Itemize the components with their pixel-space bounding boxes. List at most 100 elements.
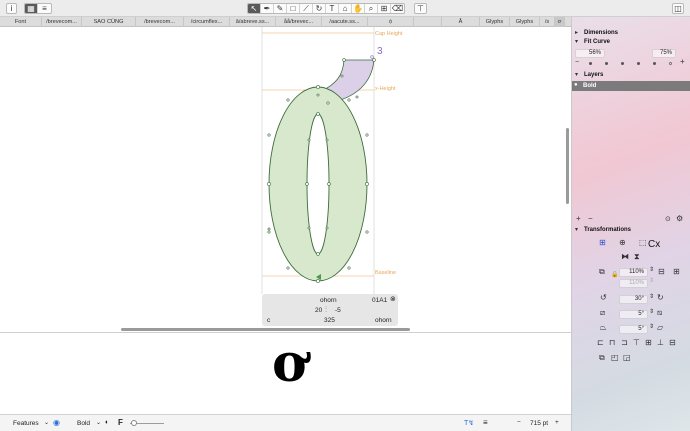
annotation-tool[interactable]: ⌂ xyxy=(339,4,352,13)
align-bottom-icon[interactable]: ⊥ xyxy=(657,339,664,347)
text-tool[interactable]: T xyxy=(326,4,339,13)
fit-curve-minus-icon[interactable]: − xyxy=(575,59,579,66)
transformations-chevron-icon[interactable]: ▾ xyxy=(575,227,578,233)
sidebearing-link-icon[interactable]: ⫶ xyxy=(325,305,327,315)
master-chevron-icon[interactable]: ⌄ xyxy=(96,419,101,426)
skew-right-icon[interactable]: ⏥ xyxy=(657,324,663,332)
tab-ohorn[interactable]: ơ xyxy=(555,17,565,27)
layer-settings-gear-icon[interactable]: ⚙ xyxy=(676,215,683,223)
transformations-header[interactable]: Transformations xyxy=(584,227,631,233)
horizontal-scrollbar[interactable] xyxy=(121,328,410,331)
path-subtract-icon[interactable]: ◰ xyxy=(611,354,619,362)
right-sidebearing-value[interactable]: -5 xyxy=(335,307,341,314)
distribute-icon[interactable]: ⊟ xyxy=(669,339,676,347)
layer-options-icon[interactable]: ⊙ xyxy=(665,216,671,223)
tab-sao-cung[interactable]: SAO CÙNG xyxy=(82,17,136,27)
font-icon[interactable]: F xyxy=(118,418,123,427)
grid-view-button[interactable]: ▦ xyxy=(25,4,38,13)
rotate-cw-icon[interactable]: ↻ xyxy=(657,294,664,302)
eye-icon[interactable]: ◉ xyxy=(53,418,60,427)
right-kerning-group[interactable]: ohorn xyxy=(375,317,392,324)
layer-eye-icon[interactable]: ● xyxy=(574,82,578,88)
dimensions-chevron-icon[interactable]: ▸ xyxy=(575,30,578,36)
master-dropdown[interactable]: Bold xyxy=(77,420,90,427)
knife-tool[interactable]: ⟋ xyxy=(300,4,313,13)
dimensions-header[interactable]: Dimensions xyxy=(584,30,618,36)
add-layer-icon[interactable]: + xyxy=(576,215,581,223)
layer-name[interactable]: Bold xyxy=(583,83,596,89)
vertical-scrollbar[interactable] xyxy=(566,128,569,204)
fit-curve-dot-5[interactable] xyxy=(653,62,656,65)
remove-layer-icon[interactable]: − xyxy=(588,215,593,223)
rotate-ccw-icon[interactable]: ↺ xyxy=(600,294,607,302)
fit-curve-dot-1[interactable] xyxy=(589,62,592,65)
tab-circumflex[interactable]: /circumflex... xyxy=(184,17,230,27)
fit-curve-dot-3[interactable] xyxy=(621,62,624,65)
slant-field[interactable]: 5° xyxy=(619,310,648,319)
scale-stepper-icon[interactable]: ⇕ xyxy=(649,267,654,273)
zoom-tool[interactable]: ⌕ xyxy=(365,4,378,13)
scale-up-icon[interactable]: ⊞ xyxy=(673,268,680,276)
view-mode-toggle[interactable]: ▦ ≡ xyxy=(24,3,52,14)
fit-curve-plus-icon[interactable]: + xyxy=(680,58,685,66)
tab-aacute[interactable]: /aacute.ss... xyxy=(322,17,368,27)
tab-empty[interactable] xyxy=(414,17,442,27)
tool-selector[interactable]: ↖ ✒ ✎ □ ⟋ ↻ T ⌂ ✋ ⌕ ⊞ ⌫ xyxy=(247,3,405,14)
fit-curve-dot-4[interactable] xyxy=(637,62,640,65)
align-center-icon[interactable]: ⊓ xyxy=(609,339,615,347)
hand-tool[interactable]: ✋ xyxy=(352,4,365,13)
fit-curve-min-field[interactable]: 56% xyxy=(575,49,605,58)
pencil-tool[interactable]: ✎ xyxy=(274,4,287,13)
tab-glyph-a[interactable]: Ẫ xyxy=(442,17,480,27)
tab-glyphs-2[interactable]: Glyphs xyxy=(510,17,540,27)
scale-field[interactable]: 110% xyxy=(619,268,648,277)
primitives-tool[interactable]: □ xyxy=(287,4,300,13)
align-right-icon[interactable]: ⊐ xyxy=(621,339,628,347)
path-intersect-icon[interactable]: ◲ xyxy=(623,354,631,362)
fit-curve-chevron-icon[interactable]: ▾ xyxy=(575,39,578,45)
skew-field[interactable]: 5° xyxy=(619,325,648,334)
left-sidebearing-value[interactable]: 20 xyxy=(315,307,322,314)
transform-origin-center-icon[interactable]: ⊕ xyxy=(619,239,626,247)
measure-tool[interactable]: ⊞ xyxy=(378,4,391,13)
info-button[interactable]: i xyxy=(6,3,17,14)
fit-curve-max-field[interactable]: 75% xyxy=(652,49,676,58)
align-icon[interactable]: ≡ xyxy=(483,418,488,427)
chevron-down-icon[interactable]: ⌄ xyxy=(44,419,49,426)
scale-vertical-stepper-icon[interactable]: ⇕ xyxy=(649,278,654,284)
fit-curve-dot-2[interactable] xyxy=(605,62,608,65)
glyph-drawing[interactable] xyxy=(0,27,571,331)
scale-lock-icon[interactable]: 🔒 xyxy=(611,272,618,278)
zoom-out-button[interactable]: − xyxy=(517,419,521,426)
flip-horizontal-icon[interactable]: ⧓ xyxy=(621,253,629,261)
color-mode-icon[interactable]: ◐ xyxy=(105,419,109,426)
skew-stepper-icon[interactable]: ⇕ xyxy=(649,324,654,330)
glyph-width-value[interactable]: 325 xyxy=(324,317,335,324)
tab-glyphs-1[interactable]: Glyphs xyxy=(480,17,510,27)
transform-origin-grid-icon[interactable]: ⊞ xyxy=(599,239,606,247)
glyph-edit-canvas[interactable]: Cap Height x-Height Baseline 3 xyxy=(0,27,571,331)
draw-tool[interactable]: ✒ xyxy=(261,4,274,13)
select-tool[interactable]: ↖ xyxy=(248,4,261,13)
layers-header[interactable]: Layers xyxy=(584,72,603,78)
transform-origin-selection-icon[interactable]: ⬚ xyxy=(639,239,647,247)
rotate-field[interactable]: 30° xyxy=(619,295,648,304)
features-dropdown[interactable]: Features xyxy=(13,420,39,427)
scale-field-vertical[interactable]: 110% xyxy=(619,279,648,288)
path-union-icon[interactable]: ⧉ xyxy=(599,354,605,362)
flip-vertical-icon[interactable]: ⧗ xyxy=(634,253,640,261)
preview-size-value[interactable]: 715 pt xyxy=(530,420,548,427)
eraser-tool[interactable]: ⌫ xyxy=(391,4,404,13)
rotate-tool[interactable]: ↻ xyxy=(313,4,326,13)
list-view-button[interactable]: ≡ xyxy=(38,4,51,13)
rotate-stepper-icon[interactable]: ⇕ xyxy=(649,294,654,300)
fit-curve-dot-6[interactable] xyxy=(669,62,672,65)
align-top-icon[interactable]: ⊤ xyxy=(633,339,640,347)
fit-curve-header[interactable]: Fit Curve xyxy=(584,39,610,45)
glyph-name[interactable]: ohorn xyxy=(320,297,337,304)
tab-brevecomb-2[interactable]: /brevecom... xyxy=(136,17,184,27)
left-kerning-group[interactable]: c xyxy=(267,317,270,324)
skew-left-icon[interactable]: ⏢ xyxy=(600,324,606,332)
tab-brevecomb-1[interactable]: /brevecom... xyxy=(42,17,82,27)
slant-right-icon[interactable]: ⧅ xyxy=(657,309,662,317)
